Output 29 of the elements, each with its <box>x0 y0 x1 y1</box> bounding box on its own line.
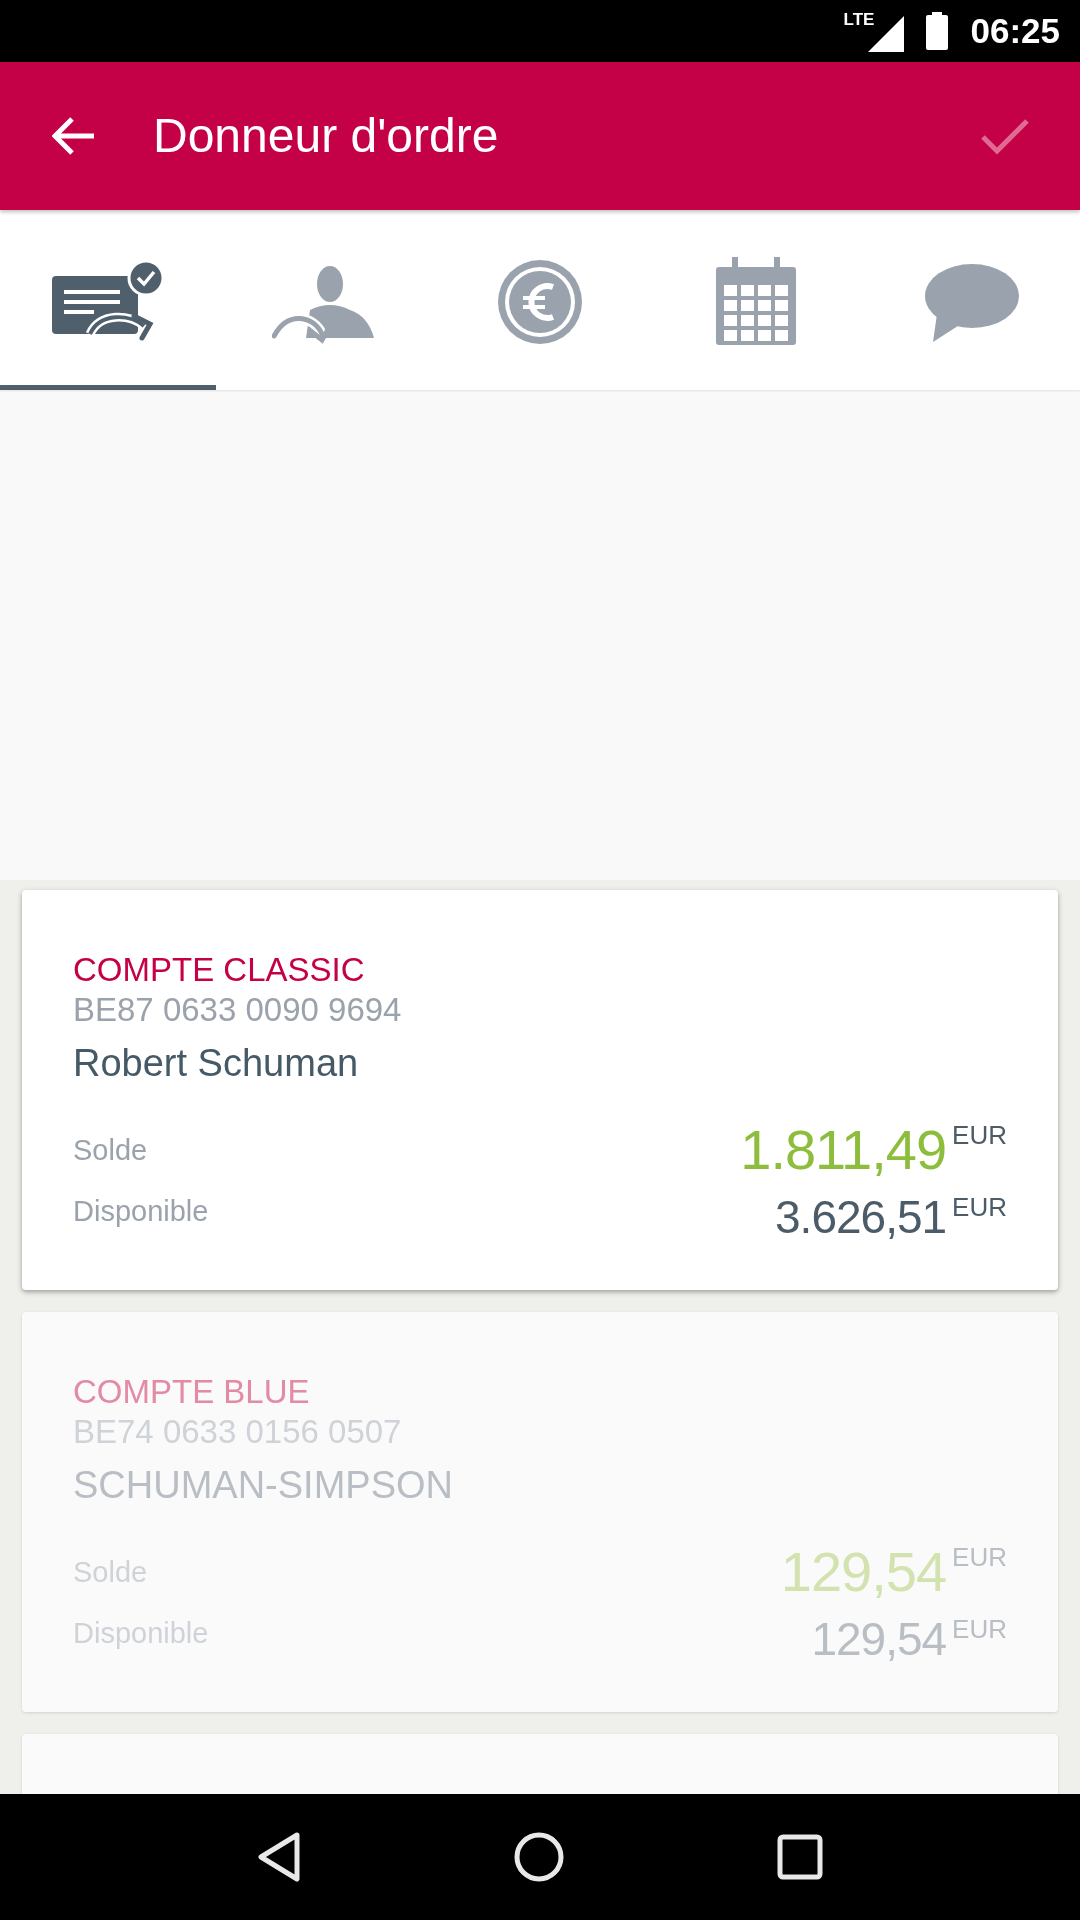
amount-value: 3.626,51 <box>775 1193 947 1240</box>
battery-icon <box>926 12 949 50</box>
account-holder: Robert Schuman <box>73 1041 360 1086</box>
speech-bubble-icon <box>923 261 1021 342</box>
account-holder: SCHUMAN-SIMPSON <box>73 1463 455 1508</box>
back-nav-button[interactable] <box>256 1832 301 1882</box>
amount-value: 129,54 <box>780 1544 947 1600</box>
account-type: COMPTE CLASSIC <box>73 950 366 990</box>
account-type: COMPTE BLUE <box>73 1372 311 1412</box>
amount-value: 129,54 <box>811 1615 947 1662</box>
clock-time: 06:25 <box>970 9 1060 52</box>
currency-label: EUR <box>952 1544 1007 1570</box>
home-nav-button[interactable] <box>514 1832 564 1882</box>
triangle-back-icon <box>256 1832 301 1882</box>
amount-label: Solde <box>73 1132 148 1168</box>
network-label: LTE <box>843 10 875 28</box>
circle-home-icon <box>514 1832 564 1882</box>
square-recents-icon <box>777 1834 824 1880</box>
account-iban: BE87 0633 0090 9694 <box>73 990 403 1030</box>
back-arrow-icon <box>52 116 96 156</box>
currency-label: EUR <box>952 1615 1007 1642</box>
amount-value: 1.811,49 <box>740 1122 947 1178</box>
currency-label: EUR <box>952 1193 1007 1220</box>
checkmark-icon <box>980 117 1030 155</box>
currency-label: EUR <box>952 1122 1007 1148</box>
amount-label: Disponible <box>73 1194 209 1229</box>
recents-nav-button[interactable] <box>777 1834 824 1880</box>
screen-title: Donneur d'ordre <box>153 108 499 164</box>
calendar-icon <box>714 256 798 347</box>
